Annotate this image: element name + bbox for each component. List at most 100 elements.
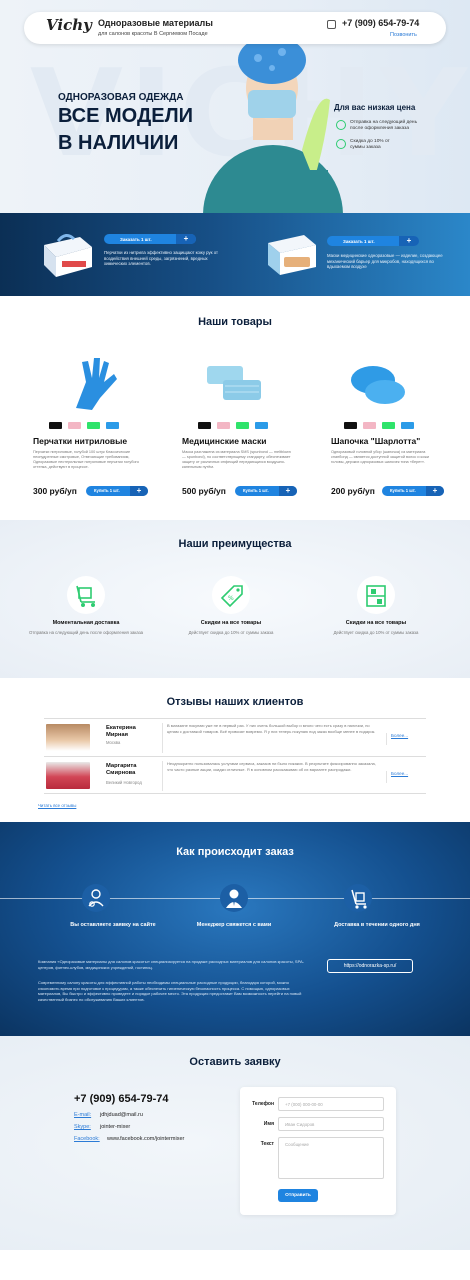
color-swatch[interactable] — [106, 422, 119, 429]
skype-value[interactable]: jointer-mixer — [100, 1124, 130, 1130]
plus-icon: + — [279, 486, 297, 496]
step-text: Доставка в течении одного дня — [334, 922, 420, 928]
review-row: Екатерина Мирная Москва В магазине покуп… — [44, 718, 426, 756]
phone-icon — [327, 20, 336, 29]
phone-field-label: Телефон — [252, 1101, 274, 1107]
advantage-subtitle: Действует скидка до 10% от суммы заказа — [333, 630, 419, 635]
contact-phone[interactable]: +7 (909) 654-79-74 — [74, 1093, 168, 1105]
promo-text: Перчатки из нитрила эффективно защищают … — [104, 250, 218, 266]
promo-order-button[interactable]: Заказать 1 шт. + — [327, 236, 419, 246]
masks-box-image — [268, 235, 316, 275]
reviews-title: Отзывы наших клиентов — [166, 696, 304, 708]
color-swatch[interactable] — [68, 422, 81, 429]
color-swatch[interactable] — [236, 422, 249, 429]
reviewer-city: Великий Новгород — [106, 780, 142, 785]
logo[interactable]: Vichy — [46, 16, 92, 34]
buy-button[interactable]: Купить 1 шт. + — [382, 486, 444, 496]
svg-text:%: % — [228, 595, 234, 602]
promo-band: Заказать 1 шт. + Перчатки из нитрила эфф… — [0, 213, 470, 296]
buy-button[interactable]: Купить 1 шт. + — [86, 486, 148, 496]
low-price-title: Для вас низкая цена — [334, 103, 416, 112]
call-link[interactable]: Позвонить — [390, 32, 417, 38]
submit-button[interactable]: Отправить — [278, 1189, 318, 1202]
hero-section: VICHY Vichy Одноразовые материалы для са… — [0, 0, 470, 214]
reviewer-city: Москва — [106, 740, 121, 745]
discount-icon — [336, 139, 346, 149]
gloves-box-image — [44, 234, 92, 277]
color-swatch[interactable] — [87, 422, 100, 429]
warehouse-icon — [357, 576, 395, 614]
message-field[interactable]: Сообщение — [278, 1137, 384, 1179]
hero-benefit: Скидка до 10% от суммы заказа — [350, 139, 390, 150]
hero-line-2: ВСЕ МОДЕЛИ — [58, 105, 193, 127]
reviewer-name: Екатерина Мирная — [106, 725, 136, 738]
avatar — [46, 762, 90, 789]
plus-icon: + — [399, 236, 419, 246]
color-swatch[interactable] — [363, 422, 376, 429]
plus-icon: + — [176, 234, 196, 244]
color-swatch[interactable] — [382, 422, 395, 429]
product-price: 500 руб/уп — [182, 486, 226, 496]
buy-button[interactable]: Купить 1 шт. + — [235, 486, 297, 496]
request-form: Телефон +7 (000) 000-00-00 Имя Иван Сидо… — [240, 1087, 396, 1215]
skype-label: Skype: — [74, 1124, 91, 1130]
products-title: Наши товары — [198, 316, 272, 328]
advantages-title: Наши преимущества — [178, 538, 292, 550]
price-tag-icon: % — [212, 576, 250, 614]
hero-person-image — [203, 36, 343, 214]
manager-icon — [220, 884, 248, 912]
product-name: Перчатки нитриловые — [33, 436, 128, 446]
advantage-title: Моментальная доставка — [52, 620, 120, 626]
text-field-label: Текст — [260, 1141, 274, 1147]
reviewer-name: Маргарита Смирнова — [106, 763, 137, 776]
delivery-cart-icon — [344, 884, 372, 912]
brand-title: Одноразовые материалы — [98, 18, 213, 28]
product-description: Перчатки нитриловые, голубой 100 штук Кл… — [33, 450, 139, 469]
color-swatch[interactable] — [198, 422, 211, 429]
product-price: 200 руб/уп — [331, 486, 375, 496]
advantage-subtitle: Отправка на следующий день после оформле… — [28, 630, 144, 635]
email-value[interactable]: jdhjduad@mail.ru — [100, 1112, 143, 1118]
email-label: E-mail: — [74, 1112, 92, 1118]
color-swatch[interactable] — [255, 422, 268, 429]
color-swatch[interactable] — [49, 422, 62, 429]
review-more-link[interactable]: Более... — [386, 771, 408, 783]
header-phone[interactable]: +7 (909) 654-79-74 — [342, 18, 419, 28]
masks-image — [207, 366, 261, 400]
promo-text: Маски медицинские одноразовые — изделие,… — [327, 253, 443, 269]
phone-field[interactable]: +7 (000) 000-00-00 — [278, 1097, 384, 1111]
gloves-image — [76, 358, 117, 410]
hero-benefit: Отправка на следующий день после оформле… — [350, 120, 418, 131]
product-description: Одноразовый головной убор (шапочка) из м… — [331, 450, 429, 464]
advantages-section: Наши преимущества % Моментальная доставк… — [0, 520, 470, 678]
website-button[interactable]: https://odnorazka-sp.ru/ — [327, 959, 413, 973]
top-bar: Vichy Одноразовые материалы для салонов … — [24, 12, 446, 44]
review-more-link[interactable]: Более... — [386, 733, 408, 745]
review-row: Маргарита Смирнова Великий Новгород Неод… — [44, 756, 426, 794]
name-field-label: Имя — [263, 1121, 274, 1127]
name-field[interactable]: Иван Сидоров — [278, 1117, 384, 1131]
doctor-icon — [82, 884, 110, 912]
how-title: Как происходит заказ — [176, 846, 294, 858]
company-description: Компания «Одноразовые материалы для сало… — [38, 959, 304, 970]
all-reviews-link[interactable]: Читать все отзывы — [38, 803, 76, 808]
color-swatch[interactable] — [344, 422, 357, 429]
promo-order-button[interactable]: Заказать 1 шт. + — [104, 234, 196, 244]
product-image-caps[interactable] — [347, 352, 409, 414]
caps-image — [351, 366, 405, 404]
facebook-value[interactable]: www.facebook.com/jointermixer — [107, 1136, 184, 1142]
color-swatch[interactable] — [217, 422, 230, 429]
advantage-title: Скидки на все товары — [200, 620, 262, 626]
company-description: Современному салону красоты для эффектив… — [38, 980, 302, 1002]
color-swatch[interactable] — [401, 422, 414, 429]
product-name: Медицинские маски — [182, 436, 267, 446]
plus-icon: + — [426, 486, 444, 496]
step-text: Менеджер свяжется с вами — [196, 922, 272, 928]
product-image-gloves[interactable] — [64, 352, 126, 414]
product-image-masks[interactable] — [203, 352, 265, 414]
product-name: Шапочка "Шарлотта" — [331, 436, 421, 446]
product-price: 300 руб/уп — [33, 486, 77, 496]
cart-icon — [67, 576, 105, 614]
how-section: Как происходит заказ Вы оставляете заявк… — [0, 822, 470, 1036]
contact-section: Оставить заявку +7 (909) 654-79-74 E-mai… — [0, 1036, 470, 1250]
